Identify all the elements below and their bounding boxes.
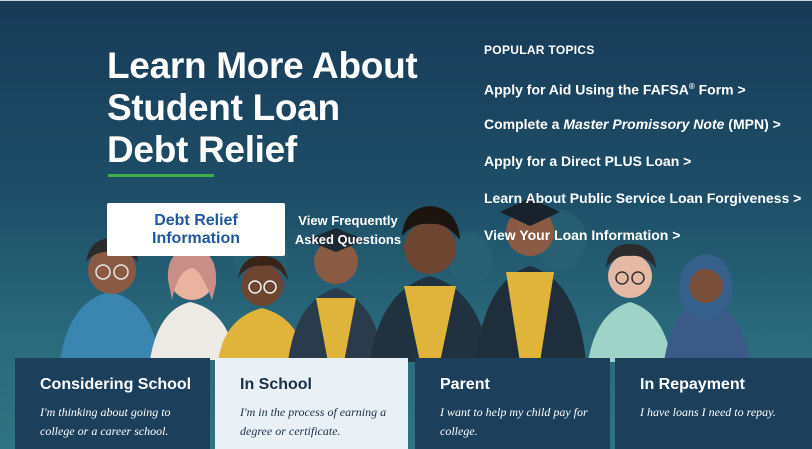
persona-card-description: I want to help my child pay for college.	[440, 405, 588, 438]
persona-card-description: I have loans I need to repay.	[640, 405, 776, 419]
topic-link-text: Complete a	[484, 116, 564, 132]
persona-card-title: In Repayment	[640, 376, 745, 393]
topic-link-fafsa[interactable]: Apply for Aid Using the FAFSA® Form >	[484, 79, 804, 98]
topic-link-pslf[interactable]: Learn About Public Service Loan Forgiven…	[484, 190, 804, 206]
student-figure-1	[60, 238, 160, 360]
popular-topics: POPULAR TOPICS Apply for Aid Using the F…	[484, 43, 804, 264]
persona-card-parent[interactable]: Parent I want to help my child pay for c…	[415, 358, 610, 449]
popular-topics-heading: POPULAR TOPICS	[484, 43, 595, 57]
faq-link[interactable]: View Frequently Asked Questions	[286, 211, 410, 249]
topic-link-text: Apply for Aid Using the FAFSA	[484, 81, 689, 98]
persona-card-in-repayment[interactable]: In Repayment I have loans I need to repa…	[615, 358, 812, 449]
topic-link-loan-info[interactable]: View Your Loan Information >	[484, 227, 804, 243]
persona-card-title: Considering School	[40, 376, 192, 393]
persona-card-title: In School	[240, 376, 312, 393]
topic-link-text: Form >	[694, 81, 746, 98]
topic-link-direct-plus[interactable]: Apply for a Direct PLUS Loan >	[484, 153, 804, 169]
debt-relief-information-button[interactable]: Debt Relief Information	[107, 203, 285, 256]
student-figure-5	[664, 254, 750, 362]
topic-link-mpn[interactable]: Complete a Master Promissory Note (MPN) …	[484, 116, 804, 132]
persona-card-description: I'm in the process of earning a degree o…	[240, 405, 387, 438]
topic-link-text: (MPN) >	[724, 116, 781, 132]
persona-card-in-school[interactable]: In School I'm in the process of earning …	[215, 358, 408, 449]
persona-card-considering-school[interactable]: Considering School I'm thinking about go…	[15, 358, 210, 449]
hero-title: Learn More About Student Loan Debt Relie…	[107, 45, 418, 170]
topic-link-emphasis: Master Promissory Note	[563, 116, 725, 132]
hero-banner: Learn More About Student Loan Debt Relie…	[0, 0, 812, 449]
persona-card-title: Parent	[440, 376, 490, 393]
persona-card-description: I'm thinking about going to college or a…	[40, 405, 171, 438]
title-accent-rule	[108, 174, 214, 177]
